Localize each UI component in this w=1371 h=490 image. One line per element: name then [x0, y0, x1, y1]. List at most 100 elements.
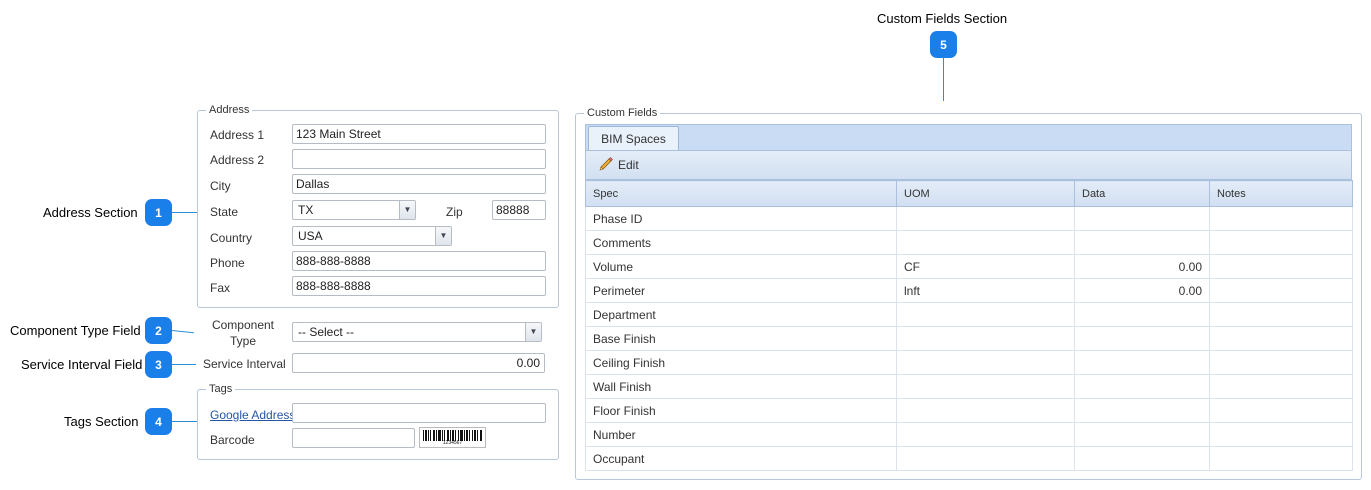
column-header-uom[interactable]: UOM [896, 180, 1075, 207]
cell-uom [896, 398, 1075, 423]
cell-uom [896, 422, 1075, 447]
table-row[interactable]: Department [585, 302, 1353, 327]
cell-notes [1209, 374, 1353, 399]
cell-data [1074, 422, 1210, 447]
cell-spec: Occupant [585, 446, 897, 471]
edit-label: Edit [618, 158, 639, 172]
callout-label-address: Address Section [43, 205, 138, 220]
chevron-down-icon[interactable]: ▼ [435, 227, 451, 245]
table-row[interactable]: Number [585, 422, 1353, 447]
phone-input[interactable]: 888-888-8888 [292, 251, 546, 271]
country-label: Country [210, 231, 253, 245]
cell-uom [896, 302, 1075, 327]
service-interval-label: Service Interval [203, 357, 286, 371]
cell-uom [896, 230, 1075, 255]
component-type-select[interactable]: -- Select -- ▼ [292, 322, 542, 342]
table-row[interactable]: Volume CF 0.00 [585, 254, 1353, 279]
chevron-down-icon[interactable]: ▼ [525, 323, 541, 341]
cell-data [1074, 206, 1210, 231]
table-row[interactable]: Perimeter lnft 0.00 [585, 278, 1353, 303]
zip-input[interactable]: 88888 [492, 200, 546, 220]
column-header-notes[interactable]: Notes [1209, 180, 1353, 207]
barcode-image: 1234567 [419, 427, 486, 448]
callout-badge-5: 5 [930, 31, 957, 58]
cell-uom: CF [896, 254, 1075, 279]
cell-spec: Wall Finish [585, 374, 897, 399]
city-label: City [210, 179, 231, 193]
column-header-data[interactable]: Data [1074, 180, 1210, 207]
address2-label: Address 2 [210, 153, 265, 167]
service-interval-input[interactable]: 0.00 [292, 353, 545, 373]
callout-label-custom-fields: Custom Fields Section [877, 11, 1008, 26]
cell-spec: Department [585, 302, 897, 327]
callout-label-component-type: Component Type Field [10, 323, 141, 338]
cell-data [1074, 302, 1210, 327]
cell-data: 0.00 [1074, 254, 1210, 279]
google-address-link[interactable]: Google Address [210, 408, 295, 422]
component-type-label-line1: Component [211, 318, 275, 332]
zip-label: Zip [446, 205, 463, 219]
cell-notes [1209, 302, 1353, 327]
cell-notes [1209, 398, 1353, 423]
grid-header-row: Spec UOM Data Notes [585, 180, 1353, 207]
cell-notes [1209, 326, 1353, 351]
google-address-input[interactable] [292, 403, 546, 423]
table-row[interactable]: Base Finish [585, 326, 1353, 351]
callout-label-service-interval: Service Interval Field [21, 357, 143, 372]
address1-label: Address 1 [210, 128, 265, 142]
cell-spec: Base Finish [585, 326, 897, 351]
state-select[interactable]: TX ▼ [292, 200, 416, 220]
cell-data [1074, 350, 1210, 375]
callout-leader-5 [943, 58, 944, 101]
cell-uom [896, 446, 1075, 471]
country-select[interactable]: USA ▼ [292, 226, 452, 246]
column-header-spec[interactable]: Spec [585, 180, 897, 207]
cell-data: 0.00 [1074, 278, 1210, 303]
phone-label: Phone [210, 256, 245, 270]
callout-badge-4: 4 [145, 408, 172, 435]
address1-input[interactable]: 123 Main Street [292, 124, 546, 144]
cell-notes [1209, 350, 1353, 375]
state-label: State [210, 205, 239, 219]
address-legend: Address [206, 104, 253, 117]
cell-uom [896, 374, 1075, 399]
edit-button[interactable]: Edit [598, 155, 639, 175]
cell-spec: Volume [585, 254, 897, 279]
cell-spec: Floor Finish [585, 398, 897, 423]
callout-leader-2 [171, 330, 194, 334]
cell-data [1074, 446, 1210, 471]
cell-notes [1209, 422, 1353, 447]
callout-leader-4 [172, 421, 198, 422]
table-row[interactable]: Phase ID [585, 206, 1353, 231]
cell-notes [1209, 254, 1353, 279]
custom-fields-tabstrip [585, 124, 1352, 151]
address2-input[interactable] [292, 149, 546, 169]
cell-spec: Comments [585, 230, 897, 255]
callout-leader-1 [172, 212, 198, 213]
barcode-input[interactable] [292, 428, 415, 448]
barcode-number: 1234567 [442, 440, 463, 446]
table-row[interactable]: Comments [585, 230, 1353, 255]
table-row[interactable]: Floor Finish [585, 398, 1353, 423]
cell-notes [1209, 206, 1353, 231]
cell-uom [896, 206, 1075, 231]
callout-badge-2: 2 [145, 317, 172, 344]
cell-data [1074, 326, 1210, 351]
table-row[interactable]: Wall Finish [585, 374, 1353, 399]
state-value: TX [298, 203, 314, 217]
chevron-down-icon[interactable]: ▼ [399, 201, 415, 219]
callout-badge-1: 1 [145, 199, 172, 226]
cell-spec: Phase ID [585, 206, 897, 231]
tags-group: Tags [197, 383, 559, 460]
cell-data [1074, 230, 1210, 255]
custom-fields-grid: Spec UOM Data Notes Phase ID Comments Vo… [585, 180, 1353, 471]
table-row[interactable]: Ceiling Finish [585, 350, 1353, 375]
table-row[interactable]: Occupant [585, 446, 1353, 471]
cell-notes [1209, 446, 1353, 471]
cell-spec: Perimeter [585, 278, 897, 303]
tab-bim-spaces[interactable]: BIM Spaces [588, 126, 679, 151]
cell-spec: Number [585, 422, 897, 447]
city-input[interactable]: Dallas [292, 174, 546, 194]
cell-notes [1209, 230, 1353, 255]
fax-input[interactable]: 888-888-8888 [292, 276, 546, 296]
